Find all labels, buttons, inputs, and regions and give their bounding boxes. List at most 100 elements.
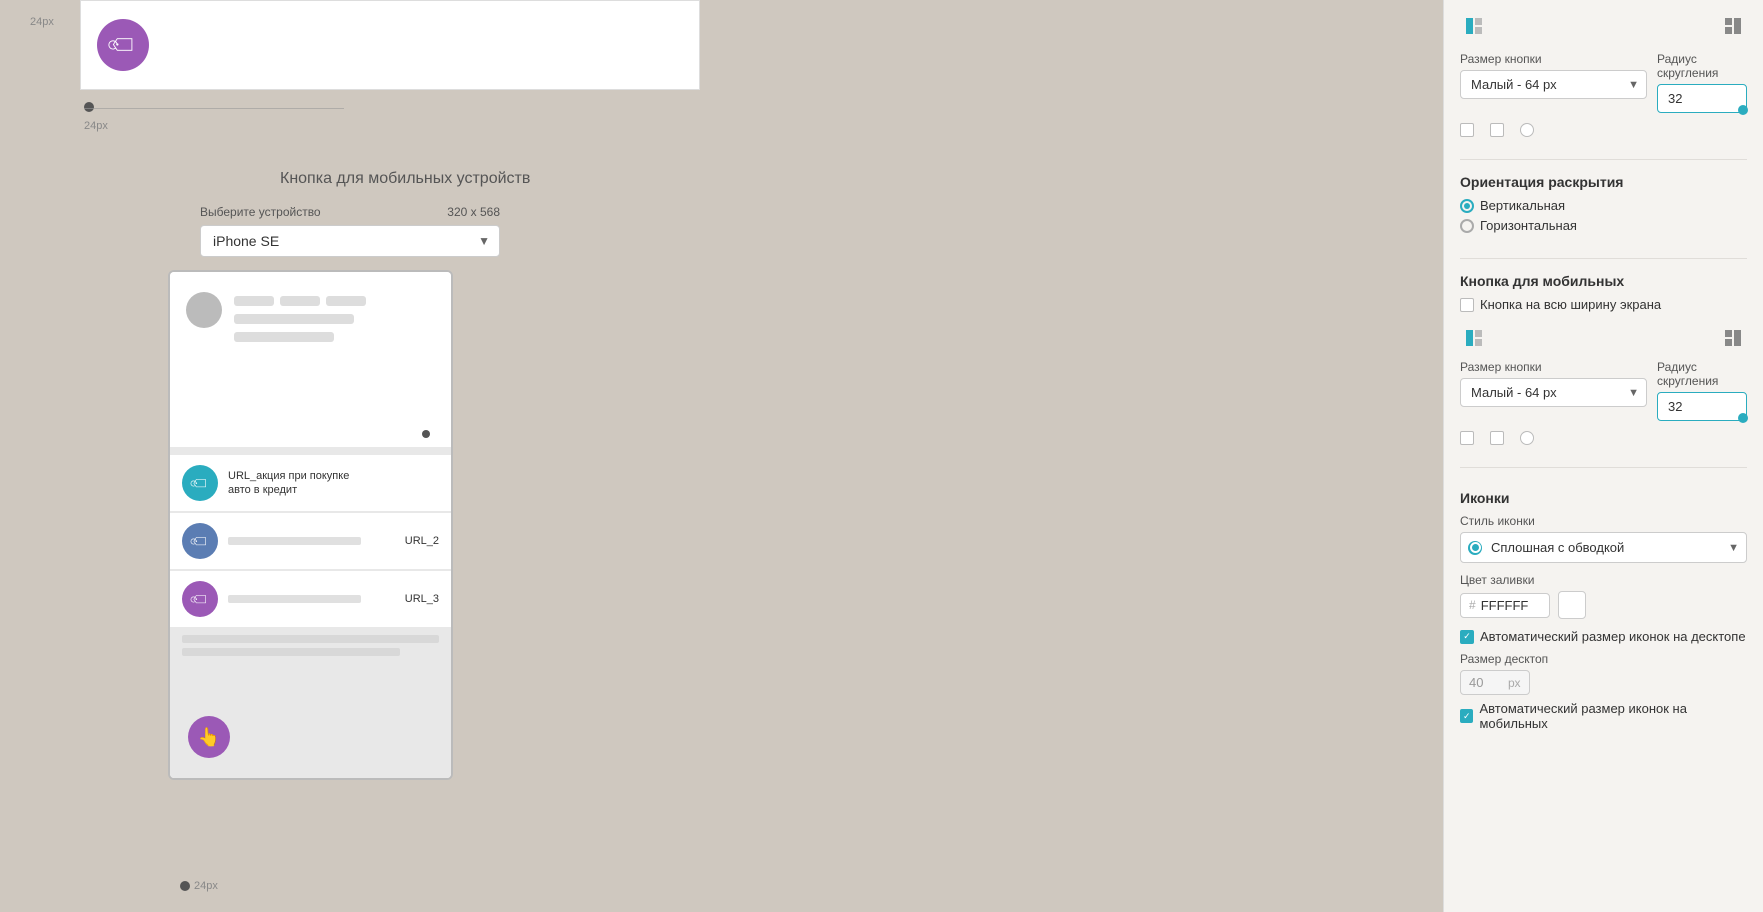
- auto-mobile-checkbox[interactable]: [1460, 709, 1473, 723]
- fullwidth-checkbox-row: Кнопка на всю ширину экрана: [1460, 297, 1747, 312]
- checkbox-item-4: [1460, 431, 1474, 445]
- fullwidth-checkbox[interactable]: [1460, 298, 1474, 312]
- radio-horizontal-label: Горизонтальная: [1480, 218, 1577, 233]
- icon-btn-row-bottom: [1460, 324, 1747, 352]
- color-input-wrap: #: [1460, 593, 1550, 618]
- mobile-radius-input-wrap: [1657, 392, 1747, 421]
- right-panel: Размер кнопки Малый - 64 рх Средний - 80…: [1443, 0, 1763, 912]
- radio-empty-2[interactable]: [1520, 431, 1534, 445]
- device-selector-wrap: iPhone SE iPhone 12 Samsung Galaxy S21 ▼: [200, 225, 500, 257]
- floating-fab[interactable]: 👆: [188, 716, 230, 758]
- tag-icon-3: 🏷: [188, 587, 213, 612]
- mobile-radius-form-group: Радиус скругления: [1657, 360, 1747, 421]
- auto-desktop-checkbox[interactable]: [1460, 630, 1474, 644]
- text-line-5: [234, 332, 334, 342]
- mobile-radius-input[interactable]: [1657, 392, 1747, 421]
- mobile-size-form-row: Размер кнопки Малый - 64 рх Средний - 80…: [1460, 360, 1747, 421]
- cursor-hand-icon: 👆: [198, 727, 220, 748]
- right-ruler: [420, 430, 432, 442]
- menu-lines-3: [228, 595, 395, 603]
- phone-inner: 🏷 URL_акция при покупкеавто в кредит 🏷 U…: [170, 272, 451, 778]
- icons-title: Иконки: [1460, 490, 1747, 506]
- phone-gray-lines: [170, 629, 451, 662]
- ruler-top-label: 24px: [30, 16, 54, 28]
- button-size-section: Размер кнопки Малый - 64 рх Средний - 80…: [1460, 52, 1747, 123]
- radio-empty-1[interactable]: [1520, 123, 1534, 137]
- ruler-dot-right: [422, 430, 430, 438]
- checkbox-item-1: [1460, 123, 1474, 137]
- checkbox-item-6: [1520, 431, 1534, 445]
- device-select[interactable]: iPhone SE iPhone 12 Samsung Galaxy S21: [200, 225, 500, 257]
- layout-left-icon-2: [1464, 328, 1484, 348]
- device-label: Выберите устройство: [200, 205, 321, 219]
- radio-vertical: Вертикальная: [1460, 198, 1747, 213]
- radius-form-group: Радиус скругления: [1657, 52, 1747, 113]
- mobile-radius-slider-dot: [1738, 413, 1748, 423]
- text-line-4: [234, 314, 354, 324]
- mobile-button-title: Кнопка для мобильных: [1460, 273, 1747, 289]
- menu-item-2: 🏷 URL_2: [170, 513, 451, 569]
- icon-style-label: Стиль иконки: [1460, 514, 1747, 528]
- desktop-size-input[interactable]: [1469, 675, 1504, 690]
- auto-mobile-checkbox-row: Автоматический размер иконок на мобильны…: [1460, 701, 1747, 731]
- checkbox-item-2: [1490, 123, 1504, 137]
- divider-1: [1460, 159, 1747, 160]
- phone-mockup: 🏷 URL_акция при покупкеавто в кредит 🏷 U…: [168, 270, 453, 780]
- text-line-2: [280, 296, 320, 306]
- radius-input[interactable]: [1657, 84, 1747, 113]
- menu-text-2: URL_2: [405, 534, 439, 548]
- checkbox-empty-4[interactable]: [1490, 431, 1504, 445]
- mobile-size-form-group: Размер кнопки Малый - 64 рх Средний - 80…: [1460, 360, 1647, 407]
- layout-left-button-2[interactable]: [1460, 324, 1488, 352]
- mobile-size-select[interactable]: Малый - 64 рх Средний - 80 рх: [1460, 378, 1647, 407]
- size-select[interactable]: Малый - 64 рх Средний - 80 рх Большой - …: [1460, 70, 1647, 99]
- gray-line-2: [182, 648, 400, 656]
- color-value-input[interactable]: [1481, 598, 1541, 613]
- orientation-section: Ориентация раскрытия Вертикальная Горизо…: [1460, 170, 1747, 238]
- divider-3: [1460, 467, 1747, 468]
- icon-style-select-wrap: Сплошная с обводкой Контурная Заливка ▼: [1460, 532, 1747, 563]
- menu-icon-3: 🏷: [182, 581, 218, 617]
- menu-line-2-1: [228, 537, 361, 545]
- phone-top: [170, 272, 451, 447]
- auto-desktop-checkbox-row: Автоматический размер иконок на десктопе: [1460, 629, 1747, 644]
- menu-item-1: 🏷 URL_акция при покупкеавто в кредит: [170, 455, 451, 511]
- radius-label: Радиус скругления: [1657, 52, 1747, 80]
- ruler-dot-bottom: [180, 881, 190, 891]
- checkbox-row-2: [1460, 431, 1747, 445]
- color-hash: #: [1469, 598, 1476, 612]
- icons-section: Иконки Стиль иконки Сплошная с обводкой …: [1460, 486, 1747, 739]
- radio-vertical-circle[interactable]: [1460, 199, 1474, 213]
- size-form-row: Размер кнопки Малый - 64 рх Средний - 80…: [1460, 52, 1747, 113]
- ruler-bottom-label: 24px: [194, 880, 218, 892]
- phone-gray: 🏷 URL_акция при покупкеавто в кредит 🏷 U…: [170, 447, 451, 778]
- tag-icon-2: 🏷: [188, 529, 213, 554]
- device-size: 320 x 568: [447, 205, 500, 219]
- icon-style-select[interactable]: Сплошная с обводкой Контурная Заливка: [1460, 532, 1747, 563]
- tag-icon-1: 🏷: [188, 471, 213, 496]
- radio-horizontal: Горизонтальная: [1460, 218, 1747, 233]
- mobile-size-select-wrap: Малый - 64 рх Средний - 80 рх ▼: [1460, 378, 1647, 407]
- checkbox-empty-3[interactable]: [1460, 431, 1474, 445]
- top-card: 🏷: [80, 0, 700, 90]
- checkbox-empty-1[interactable]: [1460, 123, 1474, 137]
- bottom-ruler: 24px: [180, 880, 218, 892]
- card-icon: 🏷: [97, 19, 149, 71]
- layout-right-button-2[interactable]: [1719, 324, 1747, 352]
- layout-left-button[interactable]: [1460, 12, 1488, 40]
- checkbox-empty-2[interactable]: [1490, 123, 1504, 137]
- mobile-size-label: Размер кнопки: [1460, 360, 1647, 374]
- checkbox-item-5: [1490, 431, 1504, 445]
- layout-right-button[interactable]: [1719, 12, 1747, 40]
- menu-text-3: URL_3: [405, 592, 439, 606]
- auto-desktop-label: Автоматический размер иконок на десктопе: [1480, 629, 1746, 644]
- icon-style-left-icon: [1468, 541, 1482, 555]
- ruler-line-h: [84, 108, 344, 109]
- desktop-size-unit: рх: [1508, 676, 1521, 690]
- radius-slider-dot: [1738, 105, 1748, 115]
- radio-vertical-label: Вертикальная: [1480, 198, 1565, 213]
- checkbox-item-3: [1520, 123, 1534, 137]
- checkbox-row-1: [1460, 123, 1747, 137]
- radio-horizontal-circle[interactable]: [1460, 219, 1474, 233]
- color-swatch[interactable]: [1558, 591, 1586, 619]
